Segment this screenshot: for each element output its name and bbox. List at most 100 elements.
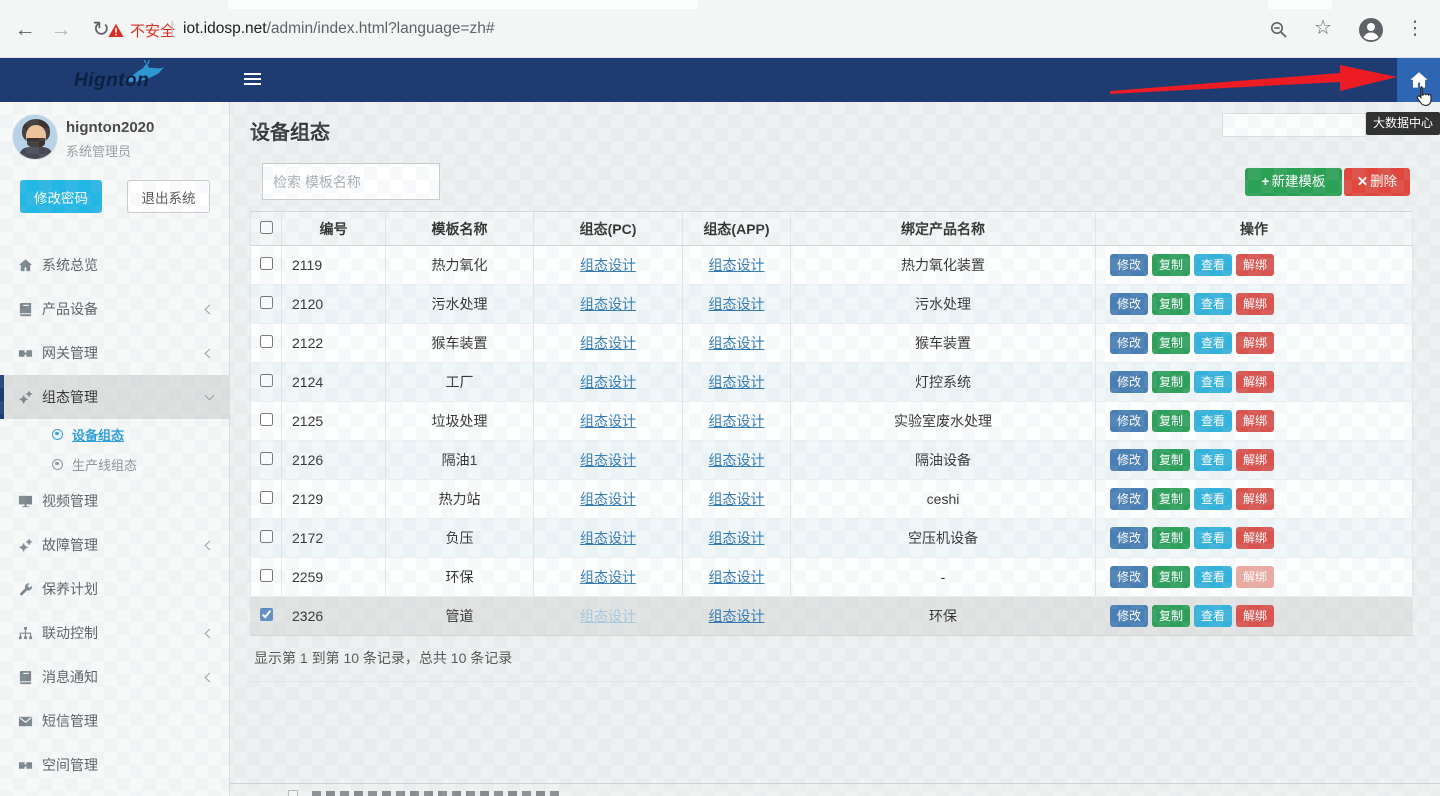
- row-checkbox[interactable]: [260, 491, 273, 504]
- action-edit-button[interactable]: 修改: [1110, 566, 1148, 588]
- change-password-button[interactable]: 修改密码: [20, 180, 102, 213]
- action-unbind-button[interactable]: 解绑: [1236, 449, 1274, 471]
- sidebar-item-gateway-mgmt[interactable]: 网关管理: [0, 331, 229, 375]
- row-checkbox[interactable]: [260, 257, 273, 270]
- bookmark-star-icon[interactable]: ☆: [1308, 15, 1338, 41]
- pc-config-link[interactable]: 组态设计: [580, 452, 636, 468]
- action-view-button[interactable]: 查看: [1194, 488, 1232, 510]
- sidebar-subitem-production-line-config[interactable]: 生产线组态: [0, 449, 229, 479]
- action-unbind-button[interactable]: 解绑: [1236, 410, 1274, 432]
- action-copy-button[interactable]: 复制: [1152, 488, 1190, 510]
- action-view-button[interactable]: 查看: [1194, 293, 1232, 315]
- row-checkbox[interactable]: [260, 569, 273, 582]
- browser-menu-dots-icon[interactable]: ⋮: [1400, 16, 1430, 42]
- action-edit-button[interactable]: 修改: [1110, 449, 1148, 471]
- pc-config-link[interactable]: 组态设计: [580, 530, 636, 546]
- action-copy-button[interactable]: 复制: [1152, 254, 1190, 276]
- action-unbind-button[interactable]: 解绑: [1236, 293, 1274, 315]
- hamburger-menu-icon[interactable]: [244, 73, 261, 86]
- app-config-link[interactable]: 组态设计: [709, 374, 765, 390]
- action-unbind-button[interactable]: 解绑: [1236, 254, 1274, 276]
- action-copy-button[interactable]: 复制: [1152, 527, 1190, 549]
- action-copy-button[interactable]: 复制: [1152, 332, 1190, 354]
- pc-config-link[interactable]: 组态设计: [580, 296, 636, 312]
- action-edit-button[interactable]: 修改: [1110, 527, 1148, 549]
- action-copy-button[interactable]: 复制: [1152, 449, 1190, 471]
- browser-back-icon[interactable]: ←: [10, 17, 40, 43]
- action-view-button[interactable]: 查看: [1194, 254, 1232, 276]
- address-bar[interactable]: iot.idosp.net/admin/index.html?language=…: [183, 20, 495, 38]
- pc-config-link[interactable]: 组态设计: [580, 569, 636, 585]
- action-view-button[interactable]: 查看: [1194, 605, 1232, 627]
- sidebar-item-space-mgmt[interactable]: 空间管理: [0, 743, 229, 787]
- sidebar-item-linkage-control[interactable]: 联动控制: [0, 611, 229, 655]
- cell-template-name: 垃圾处理: [386, 402, 534, 441]
- app-config-link[interactable]: 组态设计: [709, 530, 765, 546]
- new-template-button[interactable]: +新建模板: [1245, 168, 1342, 196]
- app-config-link[interactable]: 组态设计: [709, 413, 765, 429]
- action-edit-button[interactable]: 修改: [1110, 488, 1148, 510]
- row-checkbox[interactable]: [260, 335, 273, 348]
- sidebar-item-fault-mgmt[interactable]: 故障管理: [0, 523, 229, 567]
- action-edit-button[interactable]: 修改: [1110, 371, 1148, 393]
- sidebar-item-video-mgmt[interactable]: 视频管理: [0, 479, 229, 523]
- row-checkbox[interactable]: [260, 452, 273, 465]
- action-unbind-button[interactable]: 解绑: [1236, 566, 1274, 588]
- action-copy-button[interactable]: 复制: [1152, 293, 1190, 315]
- app-config-link[interactable]: 组态设计: [709, 296, 765, 312]
- security-warning[interactable]: 不安全: [108, 20, 175, 41]
- action-unbind-button[interactable]: 解绑: [1236, 527, 1274, 549]
- row-checkbox[interactable]: [260, 413, 273, 426]
- action-edit-button[interactable]: 修改: [1110, 293, 1148, 315]
- sidebar-item-product-device[interactable]: 产品设备: [0, 287, 229, 331]
- action-view-button[interactable]: 查看: [1194, 371, 1232, 393]
- action-unbind-button[interactable]: 解绑: [1236, 605, 1274, 627]
- pc-config-link[interactable]: 组态设计: [580, 491, 636, 507]
- pc-config-link[interactable]: 组态设计: [580, 608, 636, 624]
- action-copy-button[interactable]: 复制: [1152, 371, 1190, 393]
- browser-forward-icon[interactable]: →: [46, 17, 76, 43]
- app-config-link[interactable]: 组态设计: [709, 608, 765, 624]
- action-copy-button[interactable]: 复制: [1152, 410, 1190, 432]
- row-checkbox[interactable]: [260, 530, 273, 543]
- action-unbind-button[interactable]: 解绑: [1236, 332, 1274, 354]
- pc-config-link[interactable]: 组态设计: [580, 413, 636, 429]
- select-all-checkbox[interactable]: [260, 221, 273, 234]
- sidebar-item-sms-mgmt[interactable]: 短信管理: [0, 699, 229, 743]
- pc-config-link[interactable]: 组态设计: [580, 335, 636, 351]
- row-checkbox[interactable]: [260, 374, 273, 387]
- action-edit-button[interactable]: 修改: [1110, 605, 1148, 627]
- action-edit-button[interactable]: 修改: [1110, 254, 1148, 276]
- action-unbind-button[interactable]: 解绑: [1236, 371, 1274, 393]
- sidebar-item-maintenance-plan[interactable]: 保养计划: [0, 567, 229, 611]
- action-view-button[interactable]: 查看: [1194, 449, 1232, 471]
- delete-button[interactable]: ✕删除: [1344, 168, 1410, 196]
- app-config-link[interactable]: 组态设计: [709, 569, 765, 585]
- browser-profile-icon[interactable]: [1358, 17, 1384, 43]
- action-view-button[interactable]: 查看: [1194, 332, 1232, 354]
- template-search-input[interactable]: [262, 163, 440, 200]
- action-copy-button[interactable]: 复制: [1152, 605, 1190, 627]
- app-config-link[interactable]: 组态设计: [709, 335, 765, 351]
- pc-config-link[interactable]: 组态设计: [580, 257, 636, 273]
- row-checkbox[interactable]: [260, 608, 273, 621]
- action-copy-button[interactable]: 复制: [1152, 566, 1190, 588]
- sidebar-item-system-overview[interactable]: 系统总览: [0, 243, 229, 287]
- app-config-link[interactable]: 组态设计: [709, 257, 765, 273]
- action-view-button[interactable]: 查看: [1194, 527, 1232, 549]
- sidebar-item-message-notify[interactable]: 消息通知: [0, 655, 229, 699]
- logout-button[interactable]: 退出系统: [127, 180, 210, 213]
- sidebar-item-config-mgmt[interactable]: 组态管理: [0, 375, 229, 419]
- action-view-button[interactable]: 查看: [1194, 566, 1232, 588]
- action-edit-button[interactable]: 修改: [1110, 410, 1148, 432]
- binoculars-icon: [18, 346, 42, 361]
- zoom-out-icon[interactable]: [1270, 21, 1288, 39]
- sidebar-subitem-device-config[interactable]: 设备组态: [0, 419, 229, 449]
- action-unbind-button[interactable]: 解绑: [1236, 488, 1274, 510]
- pc-config-link[interactable]: 组态设计: [580, 374, 636, 390]
- app-config-link[interactable]: 组态设计: [709, 491, 765, 507]
- action-edit-button[interactable]: 修改: [1110, 332, 1148, 354]
- action-view-button[interactable]: 查看: [1194, 410, 1232, 432]
- app-config-link[interactable]: 组态设计: [709, 452, 765, 468]
- row-checkbox[interactable]: [260, 296, 273, 309]
